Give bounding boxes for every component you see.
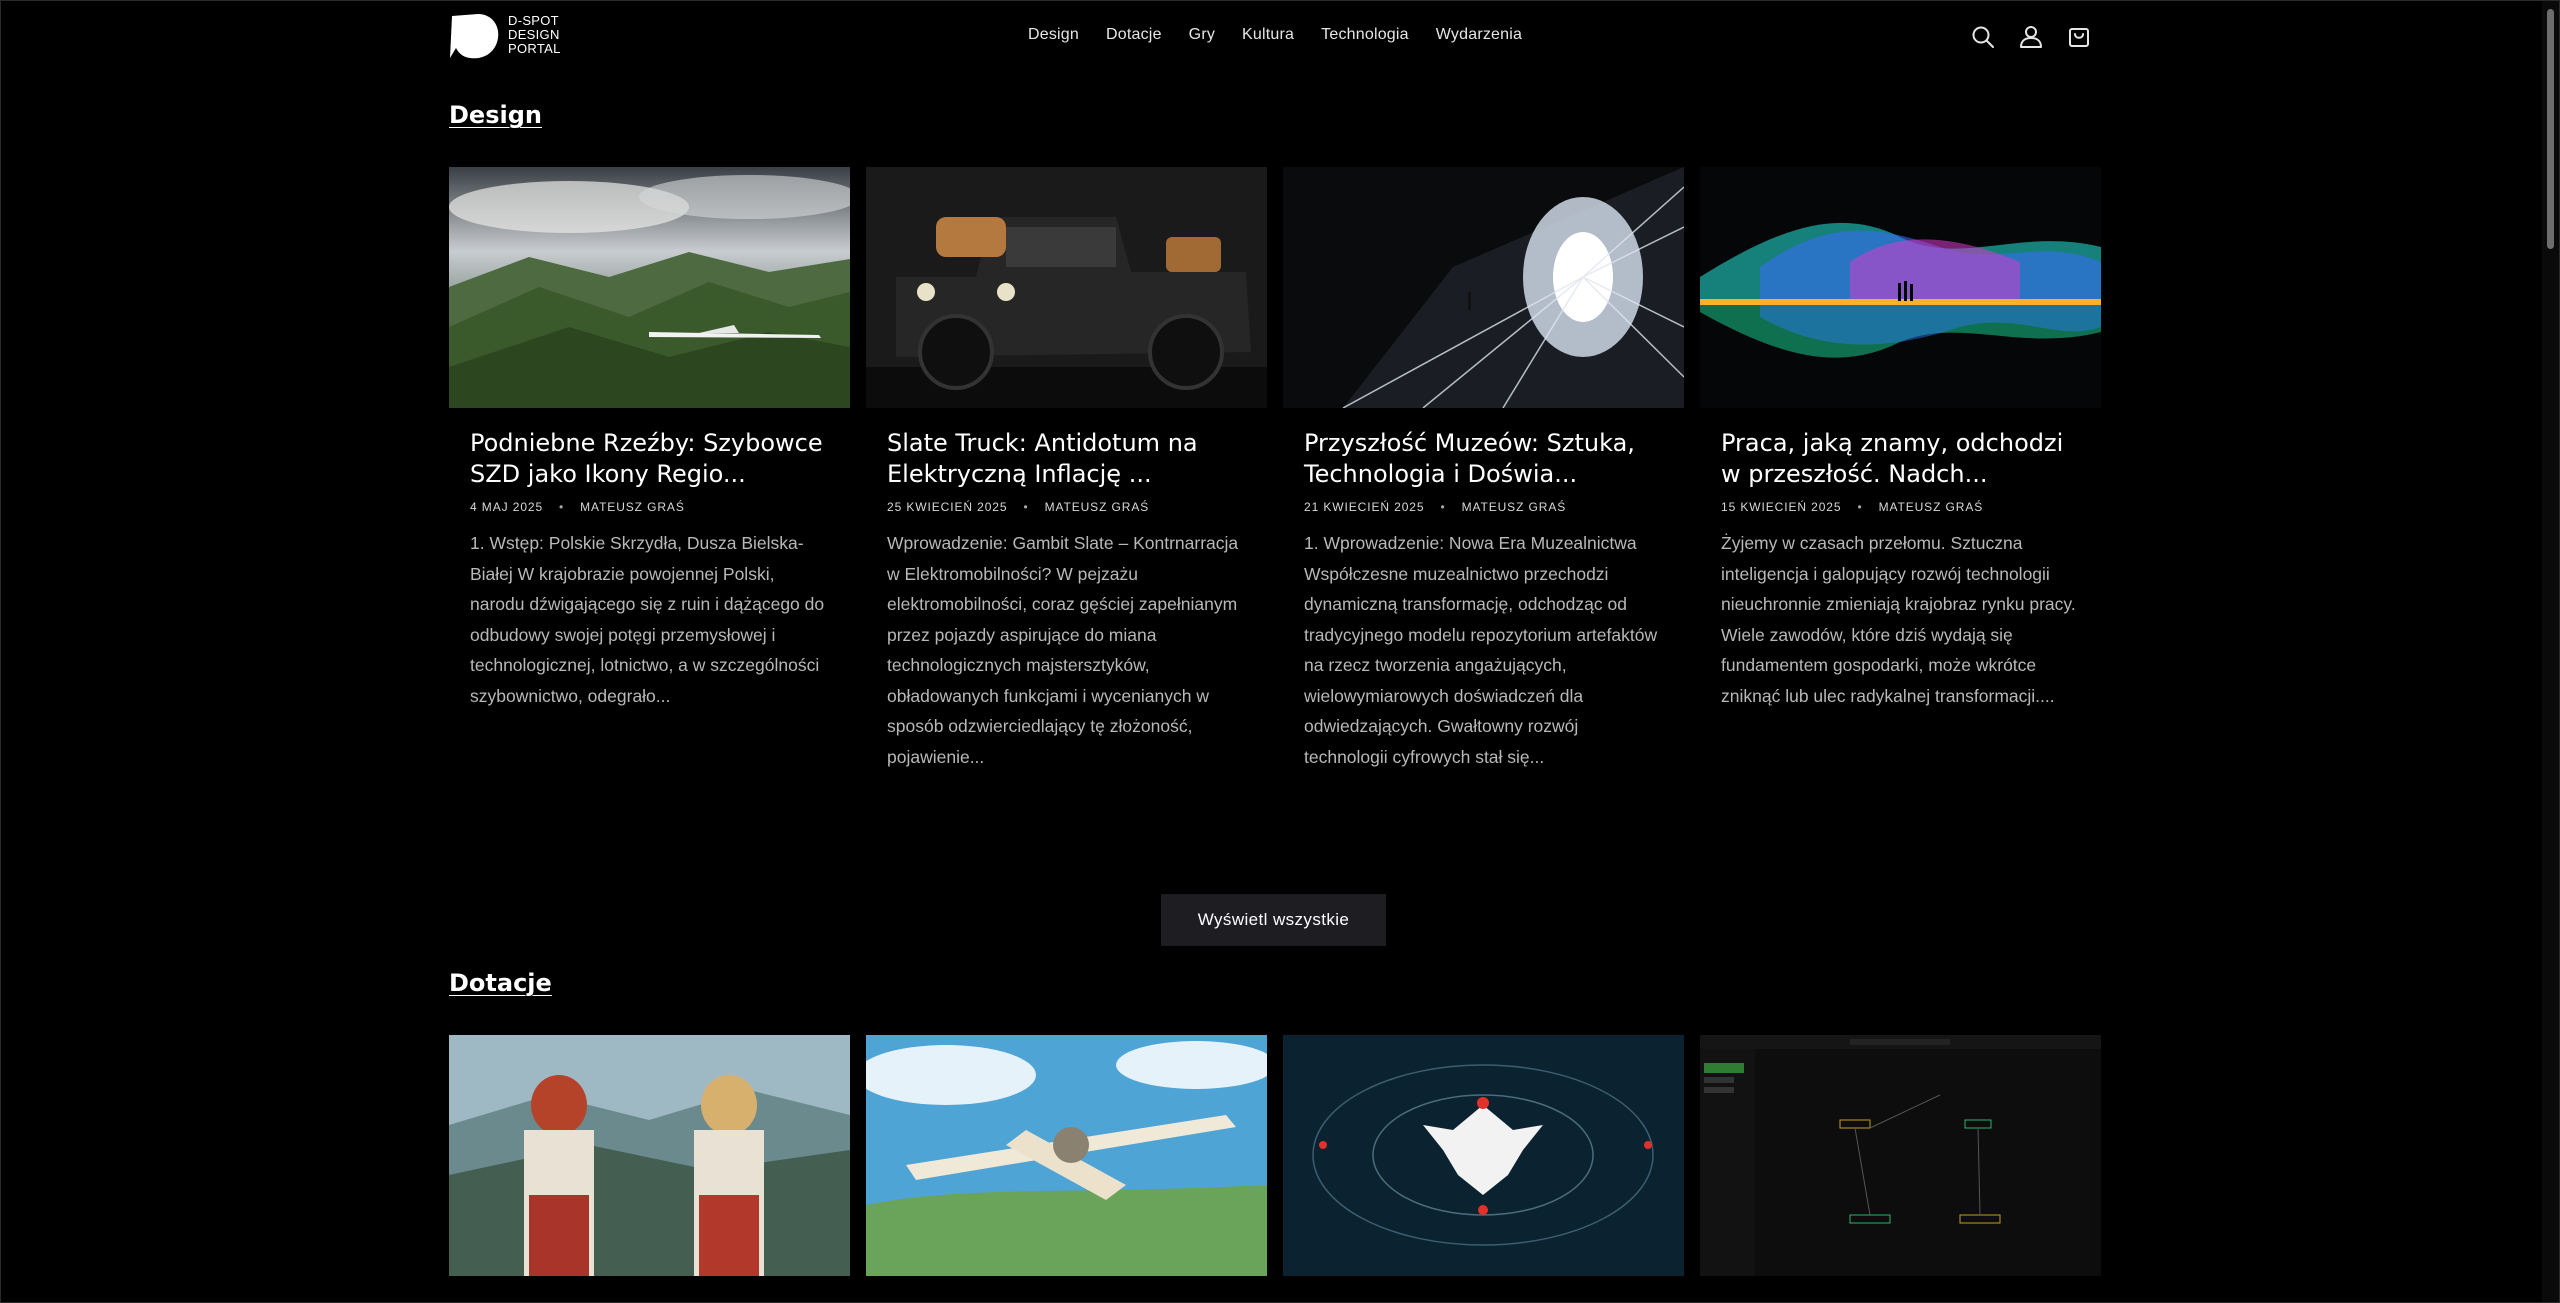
scrollbar-thumb[interactable] (2547, 9, 2554, 249)
article-card[interactable]: Podniebne Rzeźby: Szybowce SZD jako Ikon… (449, 167, 850, 772)
header-icons (1969, 23, 2093, 51)
section-title-dotacje[interactable]: Dotacje (449, 969, 552, 997)
article-excerpt: Wprowadzenie: Gambit Slate – Kontrnarrac… (887, 533, 1239, 767)
article-meta: 25 KWIECIEŃ 2025 • MATEUSZ GRAŚ (887, 500, 1246, 514)
meta-separator: • (1023, 500, 1029, 514)
article-author: MATEUSZ GRAŚ (580, 500, 685, 514)
article-image-illustrated-plane[interactable] (866, 1035, 1267, 1276)
article-image-neon-waves[interactable] (1700, 167, 2101, 408)
article-image-tunnel[interactable] (1283, 167, 1684, 408)
nav-link-wydarzenia[interactable]: Wydarzenia (1436, 26, 1522, 44)
logo-text: D-SPOT DESIGN PORTAL (508, 13, 561, 56)
article-excerpt: 1. Wstęp: Polskie Skrzydła, Dusza Bielsk… (470, 533, 825, 706)
meta-separator: • (1857, 500, 1863, 514)
nav-link-dotacje[interactable]: Dotacje (1106, 26, 1162, 44)
article-card[interactable]: Slate Truck: Antidotum na Elektryczną In… (866, 167, 1267, 772)
article-date: 25 KWIECIEŃ 2025 (887, 500, 1008, 514)
search-icon[interactable] (1969, 23, 1997, 51)
meta-separator: • (1440, 500, 1446, 514)
article-card[interactable] (866, 1035, 1267, 1276)
nav-link-kultura[interactable]: Kultura (1242, 26, 1294, 44)
section-title-design[interactable]: Design (449, 101, 542, 129)
meta-separator: • (559, 500, 565, 514)
article-image-folk-women[interactable] (449, 1035, 850, 1276)
logo-mark-icon (450, 14, 499, 59)
page-scrollbar[interactable] (2542, 1, 2559, 1302)
article-author: MATEUSZ GRAŚ (1878, 500, 1984, 514)
site-logo[interactable]: D-SPOT DESIGN PORTAL (448, 12, 568, 62)
browser-viewport: D-SPOT DESIGN PORTAL Design Dotacje Gry … (0, 0, 2560, 1303)
view-all-button[interactable]: Wyświetl wszystkie (1161, 894, 1386, 946)
article-date: 15 KWIECIEŃ 2025 (1721, 500, 1842, 514)
article-card[interactable] (1700, 1035, 2101, 1276)
main-nav: Design Dotacje Gry Kultura Technologia W… (1028, 26, 1549, 44)
article-meta: 21 KWIECIEŃ 2025 • MATEUSZ GRAŚ (1304, 500, 1663, 514)
nav-link-design[interactable]: Design (1028, 26, 1079, 44)
article-excerpt: Żyjemy w czasach przełomu. Sztuczna inte… (1721, 533, 2076, 706)
cart-icon[interactable] (2065, 23, 2093, 51)
nav-link-gry[interactable]: Gry (1189, 26, 1215, 44)
article-meta: 15 KWIECIEŃ 2025 • MATEUSZ GRAŚ (1721, 500, 2080, 514)
article-card[interactable]: Praca, jaką znamy, odchodzi w przeszłość… (1700, 167, 2101, 772)
article-title[interactable]: Slate Truck: Antidotum na Elektryczną In… (887, 428, 1246, 490)
article-image-eagle-radar[interactable] (1283, 1035, 1684, 1276)
article-date: 21 KWIECIEŃ 2025 (1304, 500, 1425, 514)
article-image-truck[interactable] (866, 167, 1267, 408)
article-card[interactable] (449, 1035, 850, 1276)
design-card-grid: Podniebne Rzeźby: Szybowce SZD jako Ikon… (449, 167, 2101, 772)
article-title[interactable]: Przyszłość Muzeów: Sztuka, Technologia i… (1304, 428, 1663, 490)
article-date: 4 MAJ 2025 (470, 500, 544, 514)
nav-link-technologia[interactable]: Technologia (1321, 26, 1409, 44)
article-image-flow-diagram[interactable] (1700, 1035, 2101, 1276)
article-title[interactable]: Praca, jaką znamy, odchodzi w przeszłość… (1721, 428, 2080, 490)
article-image-glider[interactable] (449, 167, 850, 408)
article-card[interactable] (1283, 1035, 1684, 1276)
dotacje-card-grid (449, 1035, 2101, 1276)
article-meta: 4 MAJ 2025 • MATEUSZ GRAŚ (470, 500, 829, 514)
account-icon[interactable] (2017, 23, 2045, 51)
article-card[interactable]: Przyszłość Muzeów: Sztuka, Technologia i… (1283, 167, 1684, 772)
article-author: MATEUSZ GRAŚ (1461, 500, 1567, 514)
article-excerpt: 1. Wprowadzenie: Nowa Era Muzealnictwa W… (1304, 533, 1658, 767)
article-title[interactable]: Podniebne Rzeźby: Szybowce SZD jako Ikon… (470, 428, 829, 490)
site-header: D-SPOT DESIGN PORTAL Design Dotacje Gry … (1, 1, 2542, 73)
article-author: MATEUSZ GRAŚ (1044, 500, 1150, 514)
